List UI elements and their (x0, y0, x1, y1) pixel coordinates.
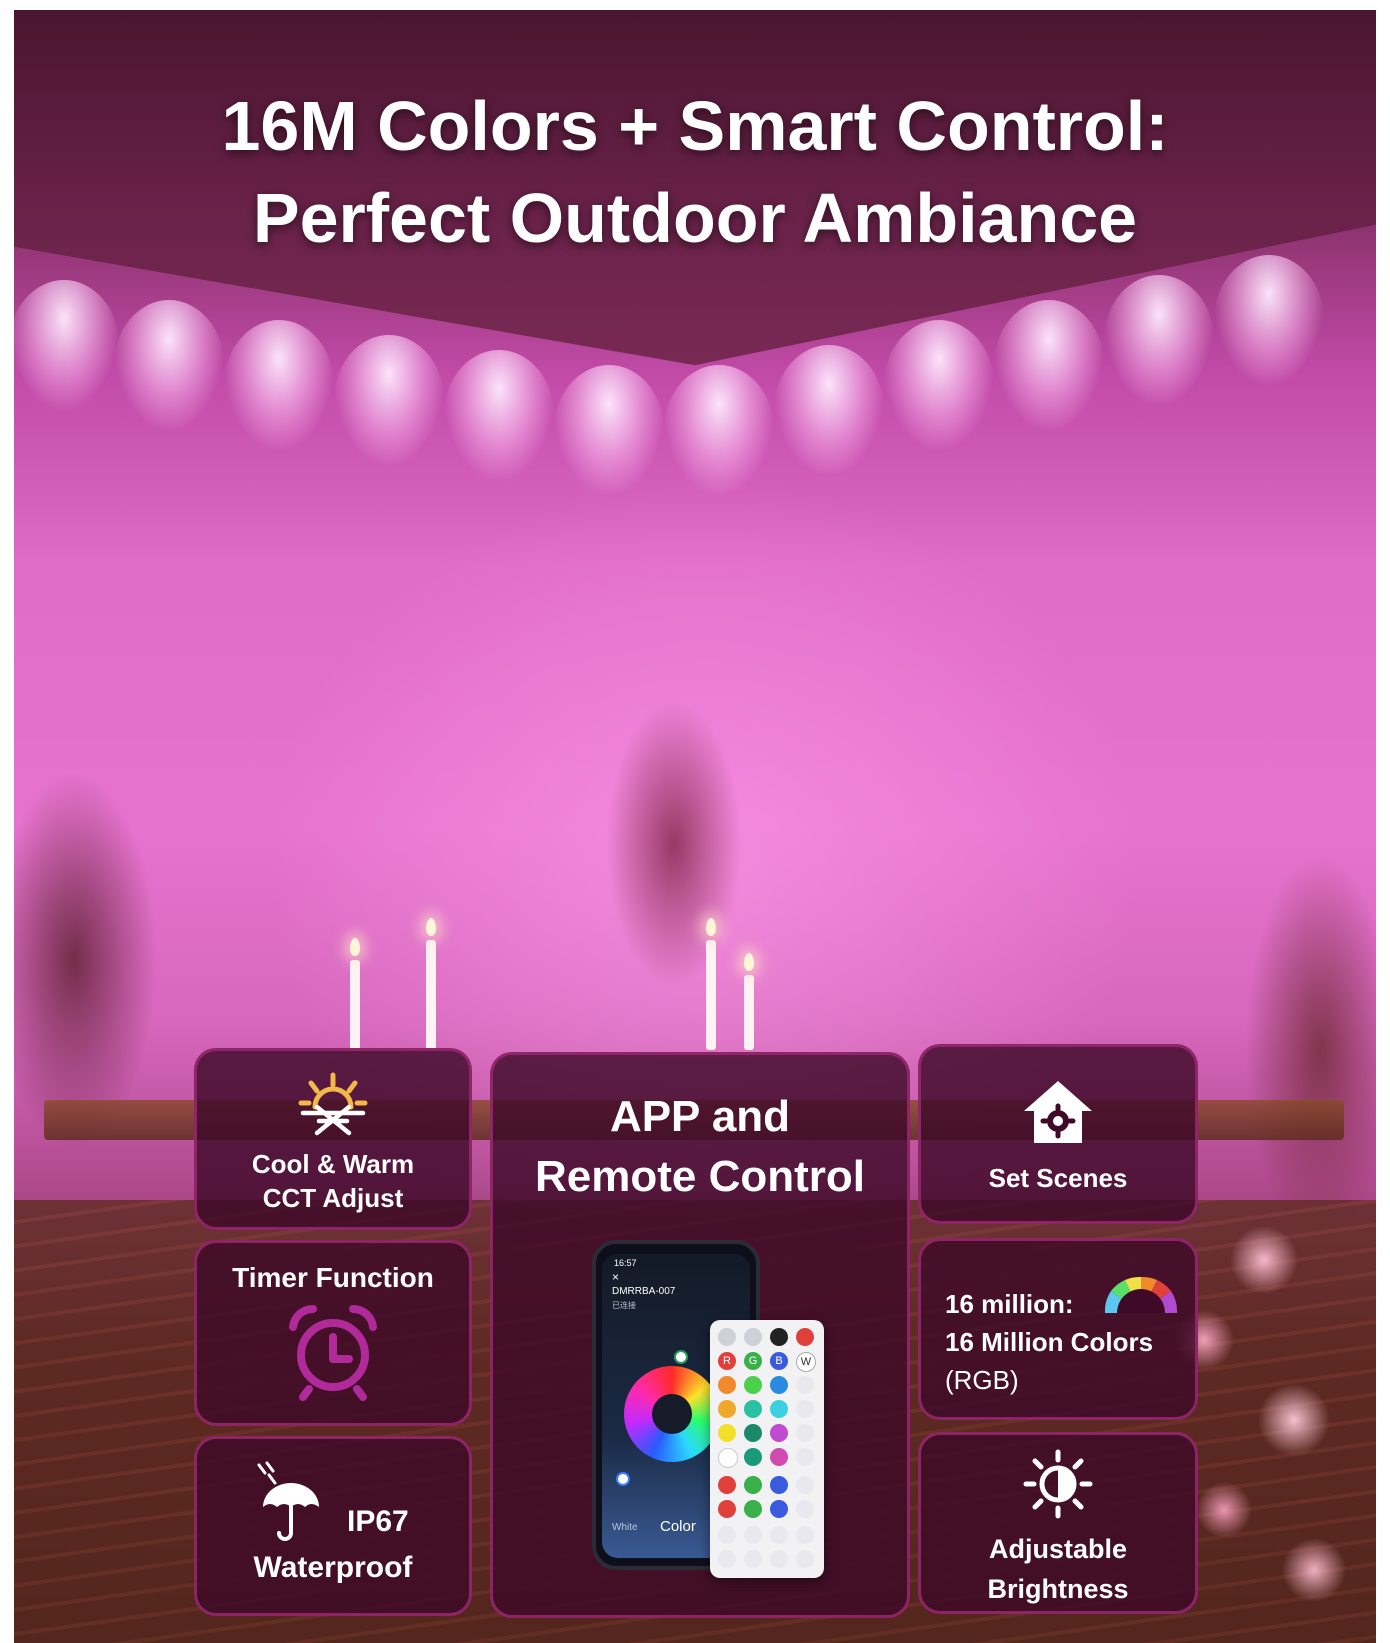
light-spot (1214, 255, 1324, 385)
remote-button[interactable] (796, 1400, 814, 1418)
phone-device-name: DMRRBA-007 (612, 1286, 676, 1297)
remote-button[interactable] (718, 1448, 738, 1468)
light-spot (14, 280, 119, 410)
remote-button[interactable] (770, 1400, 788, 1418)
light-spot (554, 365, 664, 495)
color-fan-icon (1104, 1276, 1178, 1313)
light-spot (1104, 275, 1214, 405)
plant-left (14, 700, 194, 1220)
light-spot (334, 335, 444, 465)
light-spot (664, 365, 774, 495)
light-spot (224, 320, 334, 450)
cct-label-2: CCT Adjust (262, 1183, 404, 1213)
headline-line-2: Perfect Outdoor Ambiance (252, 179, 1138, 257)
remote-button[interactable] (796, 1500, 814, 1518)
brightness-label-2: Brightness (987, 1574, 1129, 1604)
remote-button[interactable] (744, 1448, 762, 1466)
remote-diy-button[interactable] (770, 1526, 788, 1544)
remote-button[interactable] (796, 1476, 814, 1494)
waterproof-rating: IP67 (347, 1505, 409, 1538)
remote-up-button[interactable] (744, 1476, 762, 1494)
page-title: 16M Colors + Smart Control: Perfect Outd… (0, 80, 1390, 264)
brightness-icon (1023, 1449, 1093, 1519)
feature-card-brightness: Adjustable Brightness (918, 1432, 1198, 1614)
waterproof-label: Waterproof (253, 1551, 413, 1584)
remote-down-button[interactable] (770, 1500, 788, 1518)
candle (350, 960, 360, 1050)
remote-control: R G B W (710, 1320, 824, 1578)
candle-flame (426, 918, 436, 936)
remote-button[interactable] (718, 1376, 736, 1394)
remote-button[interactable] (718, 1400, 736, 1418)
home-gear-icon (1024, 1081, 1092, 1143)
light-spot (774, 345, 884, 475)
remote-power-button[interactable] (796, 1328, 814, 1346)
candle (744, 975, 754, 1050)
cct-label-1: Cool & Warm (251, 1149, 415, 1179)
candle (706, 940, 716, 1050)
colors-label-1: 16 million: (945, 1289, 1074, 1319)
phone-tab-white[interactable]: White (612, 1522, 638, 1533)
app-title-2: Remote Control (535, 1152, 865, 1201)
remote-button-w[interactable]: W (796, 1352, 816, 1372)
remote-down-button[interactable] (718, 1500, 736, 1518)
remote-button[interactable] (770, 1424, 788, 1442)
remote-up-button[interactable] (718, 1476, 736, 1494)
candle-flame (706, 918, 716, 936)
brightness-knob[interactable] (616, 1472, 630, 1486)
candle-flame (350, 938, 360, 956)
feature-card-timer: Timer Function (194, 1240, 472, 1426)
color-wheel[interactable] (624, 1366, 720, 1462)
remote-button[interactable] (770, 1376, 788, 1394)
colors-label-2: 16 Million Colors (945, 1327, 1154, 1357)
headline-line-1: 16M Colors + Smart Control: (221, 87, 1169, 165)
remote-button[interactable] (796, 1526, 814, 1544)
remote-button[interactable] (744, 1376, 762, 1394)
remote-diy-button[interactable] (718, 1526, 736, 1544)
remote-down-button[interactable] (744, 1500, 762, 1518)
remote-button[interactable] (718, 1424, 736, 1442)
colors-label-3: (RGB) (945, 1365, 1019, 1395)
remote-button-b[interactable]: B (770, 1352, 788, 1370)
remote-diy-button[interactable] (718, 1550, 736, 1568)
remote-button[interactable] (796, 1550, 814, 1568)
remote-button[interactable] (744, 1424, 762, 1442)
brightness-label-1: Adjustable (988, 1534, 1128, 1564)
remote-button[interactable] (744, 1328, 762, 1346)
phone-time: 16:57 (614, 1258, 637, 1268)
remote-button[interactable] (796, 1424, 814, 1442)
light-spot (884, 320, 994, 450)
light-spot (994, 300, 1104, 430)
color-slider-knob[interactable] (674, 1350, 688, 1364)
timer-label: Timer Function (232, 1262, 434, 1293)
remote-diy-button[interactable] (744, 1526, 762, 1544)
remote-diy-button[interactable] (744, 1550, 762, 1568)
remote-diy-button[interactable] (770, 1550, 788, 1568)
feature-card-waterproof: IP67 Waterproof (194, 1436, 472, 1616)
feature-card-cct: Cool & Warm CCT Adjust (194, 1048, 472, 1230)
remote-play-button[interactable] (770, 1328, 788, 1346)
candle-flame (744, 953, 754, 971)
light-spot (114, 300, 224, 430)
umbrella-rain-icon (257, 1461, 319, 1541)
remote-button-r[interactable]: R (718, 1352, 736, 1370)
phone-tab-color[interactable]: Color (660, 1518, 696, 1535)
remote-button[interactable] (796, 1448, 814, 1466)
remote-up-button[interactable] (770, 1476, 788, 1494)
phone-status: 已连接 (612, 1301, 636, 1310)
scenes-label: Set Scenes (988, 1163, 1128, 1193)
remote-button[interactable] (718, 1328, 736, 1346)
remote-button[interactable] (796, 1376, 814, 1394)
light-spot (444, 350, 554, 480)
app-title-1: APP and (609, 1092, 791, 1141)
alarm-clock-icon (289, 1304, 377, 1401)
remote-button[interactable] (770, 1448, 788, 1466)
remote-button-g[interactable]: G (744, 1352, 762, 1370)
remote-button[interactable] (744, 1400, 762, 1418)
feature-card-scenes: Set Scenes (918, 1044, 1198, 1224)
sun-snowflake-icon (298, 1072, 368, 1136)
phone-close-icon: × (612, 1270, 620, 1284)
feature-card-colors: 16 million: 16 Million Colors (RGB) (918, 1238, 1198, 1420)
candle (426, 940, 436, 1050)
